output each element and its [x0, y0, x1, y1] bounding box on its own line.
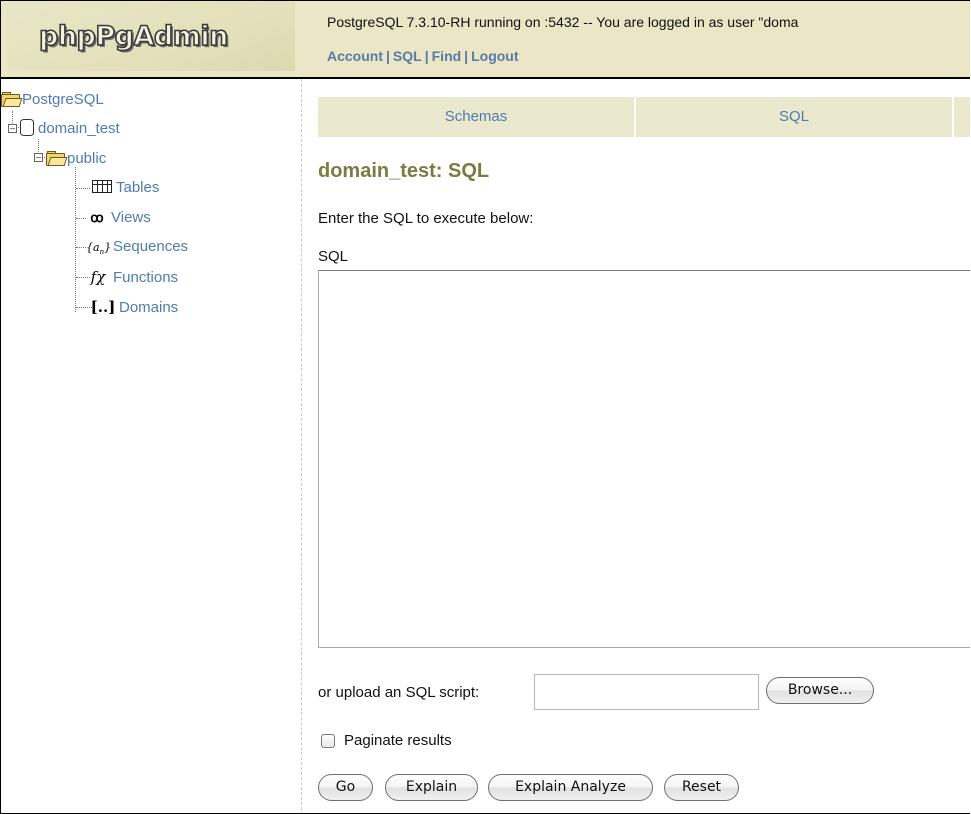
link-separator: |	[386, 48, 390, 64]
functions-icon: 𝑓χ	[90, 268, 106, 286]
tree-item-database[interactable]: domain_test	[20, 119, 120, 139]
views-icon: ꝏ	[90, 210, 104, 225]
folder-open-icon	[1, 92, 23, 107]
table-icon	[92, 180, 112, 193]
tree-item-label: Sequences	[113, 238, 189, 255]
tab-schemas[interactable]: Schemas	[318, 97, 636, 137]
database-icon	[20, 119, 34, 136]
collapse-toggle[interactable]: –	[34, 153, 43, 162]
top-links: Account | SQL | Find | Logout	[327, 48, 519, 64]
go-button[interactable]: Go	[318, 774, 373, 801]
tree-item-schema[interactable]: public	[46, 149, 106, 169]
tree-item-label: Views	[111, 209, 151, 226]
tree-item-functions[interactable]: 𝑓χ Functions	[86, 267, 178, 287]
page-title: domain_test: SQL	[318, 160, 490, 182]
logo-text: phpPgAdmin	[38, 20, 229, 53]
header-bar: phpPgAdmin PostgreSQL 7.3.10-RH running …	[1, 1, 970, 79]
link-separator: |	[464, 48, 469, 64]
tree-item-label: public	[67, 150, 107, 167]
tree-item-label: PostgreSQL	[22, 91, 104, 108]
tree-item-label: Functions	[113, 269, 179, 286]
paginate-label: Paginate results	[344, 732, 452, 749]
tree-connector	[76, 218, 86, 219]
tree-item-server[interactable]: PostgreSQL	[1, 90, 104, 110]
file-path-field[interactable]	[534, 674, 759, 710]
account-link[interactable]: Account	[327, 48, 383, 64]
app-frame: phpPgAdmin PostgreSQL 7.3.10-RH running …	[0, 0, 970, 814]
logo[interactable]: phpPgAdmin	[7, 1, 295, 71]
link-separator: |	[424, 48, 429, 64]
explain-analyze-button[interactable]: Explain Analyze	[488, 774, 653, 801]
folder-open-icon	[46, 151, 68, 166]
paginate-checkbox[interactable]	[321, 734, 335, 748]
tree-item-label: domain_test	[38, 120, 120, 137]
tree-item-sequences[interactable]: {an} Sequences	[86, 237, 188, 257]
reset-button[interactable]: Reset	[664, 774, 739, 801]
find-link[interactable]: Find	[432, 48, 462, 64]
tab-bar: Schemas SQL	[318, 97, 970, 137]
logout-link[interactable]: Logout	[471, 48, 518, 64]
tree-item-domains[interactable]: [..] Domains	[90, 297, 179, 317]
tab-sql[interactable]: SQL	[636, 97, 954, 137]
instruction-text: Enter the SQL to execute below:	[318, 210, 534, 227]
tree-connector	[76, 188, 90, 189]
server-info: PostgreSQL 7.3.10-RH running on :5432 --…	[327, 14, 799, 30]
tree-item-label: Domains	[119, 299, 179, 316]
sql-link[interactable]: SQL	[393, 48, 422, 64]
sql-textarea[interactable]	[318, 270, 970, 648]
upload-label: or upload an SQL script:	[318, 684, 480, 701]
collapse-toggle[interactable]: –	[8, 124, 17, 133]
sql-label: SQL	[318, 248, 349, 265]
domains-icon: [..]	[90, 298, 116, 316]
sequences-icon: {an}	[86, 241, 112, 257]
tree-item-views[interactable]: ꝏ Views	[86, 208, 151, 228]
browser-tree: – – PostgreSQL domain_test public Tables…	[1, 79, 302, 813]
tree-item-tables[interactable]: Tables	[90, 178, 159, 198]
browse-button[interactable]: Browse...	[766, 677, 874, 704]
explain-button[interactable]: Explain	[385, 774, 478, 801]
tree-connector	[76, 247, 86, 248]
tree-item-label: Tables	[116, 179, 160, 196]
